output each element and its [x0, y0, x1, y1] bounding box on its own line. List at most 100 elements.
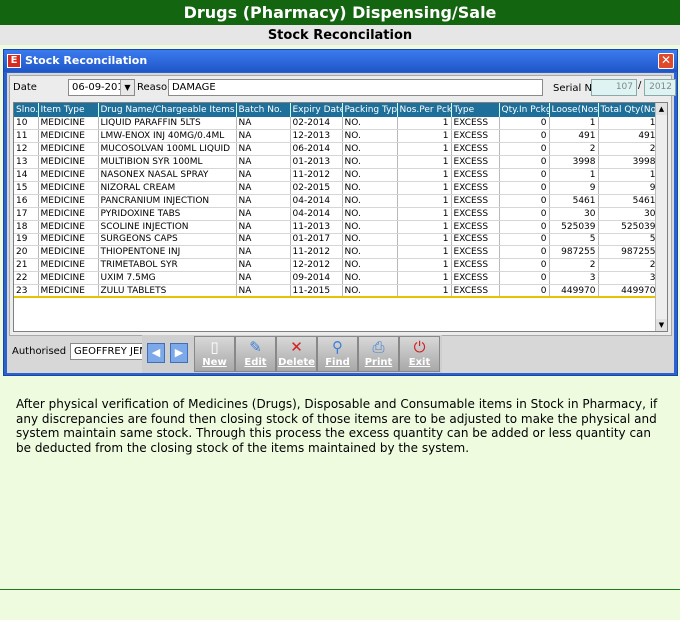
print-button[interactable]: ⎙ Print	[358, 336, 399, 372]
table-cell: EXCESS	[451, 181, 500, 195]
serial-year-field: 2012	[644, 79, 676, 96]
table-row[interactable]: 23 MEDICINE ZULU TABLETS NA 11-2015 NO. 1 EXCES…	[14, 284, 659, 299]
column-header[interactable]: Loose(Nos)	[549, 103, 599, 117]
date-label: Date	[13, 82, 37, 93]
column-header[interactable]: Slno.	[14, 103, 39, 117]
table-cell: EXCESS	[451, 271, 500, 286]
print-button-label: Print	[364, 357, 393, 368]
table-cell: 5461	[549, 194, 599, 208]
table-cell: MEDICINE	[38, 258, 99, 273]
table-cell: 5	[598, 233, 659, 247]
table-cell: 3	[598, 271, 659, 286]
table-cell: 1	[549, 168, 599, 182]
table-cell: NO.	[342, 168, 398, 182]
table-cell: 17	[14, 207, 39, 221]
table-cell: 3998	[549, 155, 599, 170]
table-cell: 1	[397, 245, 452, 260]
table-row[interactable]: 12 MEDICINE MUCOSOLVAN 100ML LIQUID NA 06-20…	[14, 142, 659, 157]
scroll-down-icon[interactable]: ▼	[656, 319, 667, 331]
scroll-up-icon[interactable]: ▲	[656, 103, 667, 115]
chevron-down-icon[interactable]: ▼	[120, 80, 134, 95]
table-cell: 30	[598, 207, 659, 221]
table-row[interactable]: 21 MEDICINE TRIMETABOL SYR NA 12-2012 NO. 1 EXC…	[14, 258, 659, 273]
new-button-label: New	[202, 357, 227, 368]
table-cell: 15	[14, 181, 39, 195]
column-header[interactable]: Packing Type	[342, 103, 398, 117]
table-cell: 1	[598, 168, 659, 182]
table-cell: 1	[397, 129, 452, 144]
next-record-button[interactable]: ▶	[170, 343, 188, 363]
edit-button[interactable]: ✎ Edit	[235, 336, 276, 372]
table-cell: LIQUID PARAFFIN 5LTS	[98, 117, 237, 131]
table-row[interactable]: 11 MEDICINE LMW-ENOX INJ 40MG/0.4ML NA 12-20…	[14, 129, 659, 144]
table-cell: 1	[598, 117, 659, 131]
table-cell: 2	[598, 142, 659, 157]
table-cell: 449970	[549, 284, 599, 299]
table-cell: MUCOSOLVAN 100ML LIQUID	[98, 142, 237, 157]
table-cell: 0	[499, 117, 550, 131]
table-cell: 0	[499, 142, 550, 157]
new-button[interactable]: ▯ New	[194, 336, 235, 372]
column-header[interactable]: Expiry Date	[290, 103, 343, 117]
stock-grid: Slno. Item Type Drug Name/Chargeable Items…	[13, 102, 668, 332]
date-dropdown[interactable]: 06-09-2012 ▼	[68, 79, 135, 96]
table-row[interactable]: 14 MEDICINE NASONEX NASAL SPRAY NA 11-2012 NO…	[14, 168, 659, 182]
table-row[interactable]: 16 MEDICINE PANCRANIUM INJECTION NA 04-2014 N…	[14, 194, 659, 208]
find-button-label: Find	[325, 357, 350, 368]
table-cell: 987255	[549, 245, 599, 260]
table-row[interactable]: 19 MEDICINE SURGEONS CAPS NA 01-2017 NO. 1 EXCE…	[14, 233, 659, 247]
table-cell: 20	[14, 245, 39, 260]
table-cell: 1	[397, 117, 452, 131]
table-row[interactable]: 22 MEDICINE UXIM 7.5MG NA 09-2014 NO. 1 EXCESS 0…	[14, 271, 659, 286]
column-header[interactable]: Batch No.	[236, 103, 291, 117]
table-cell: NA	[236, 284, 291, 299]
column-header[interactable]: Drug Name/Chargeable Items	[98, 103, 237, 117]
column-header[interactable]: Total Qty(Nos)	[598, 103, 659, 117]
close-button[interactable]: ✕	[658, 53, 674, 69]
table-cell: NO.	[342, 129, 398, 144]
table-row[interactable]: 18 MEDICINE SCOLINE INJECTION NA 11-2013 NO. 1…	[14, 220, 659, 234]
table-cell: 1	[397, 258, 452, 273]
table-row[interactable]: 17 MEDICINE PYRIDOXINE TABS NA 04-2014 NO. 1 EX…	[14, 207, 659, 221]
table-cell: EXCESS	[451, 220, 500, 234]
table-cell: 0	[499, 181, 550, 195]
table-cell: 11-2012	[290, 168, 343, 182]
vertical-scrollbar[interactable]: ▲ ▼	[655, 103, 667, 331]
previous-record-button[interactable]: ◀	[147, 343, 165, 363]
table-cell: 11-2013	[290, 220, 343, 234]
table-cell: 16	[14, 194, 39, 208]
column-header[interactable]: Item Type	[38, 103, 99, 117]
column-header[interactable]: Type	[451, 103, 500, 117]
table-cell: 06-2014	[290, 142, 343, 157]
table-cell: NASONEX NASAL SPRAY	[98, 168, 237, 182]
table-cell: SURGEONS CAPS	[98, 233, 237, 247]
table-cell: NA	[236, 168, 291, 182]
table-cell: EXCESS	[451, 168, 500, 182]
reason-input[interactable]: DAMAGE	[168, 79, 543, 96]
column-header[interactable]: Qty.In Pckg	[499, 103, 550, 117]
table-cell: 30	[549, 207, 599, 221]
table-cell: MEDICINE	[38, 233, 99, 247]
table-cell: EXCESS	[451, 207, 500, 221]
find-button[interactable]: ⚲ Find	[317, 336, 358, 372]
table-cell: 1	[397, 233, 452, 247]
table-row[interactable]: 20 MEDICINE THIOPENTONE INJ NA 11-2012 NO. 1 EX…	[14, 245, 659, 260]
table-cell: NA	[236, 220, 291, 234]
table-row[interactable]: 15 MEDICINE NIZORAL CREAM NA 02-2015 NO. 1 EXCE…	[14, 181, 659, 195]
column-header[interactable]: Nos.Per Pckg	[397, 103, 452, 117]
table-row[interactable]: 13 MEDICINE MULTIBION SYR 100ML NA 01-2013 NO…	[14, 155, 659, 170]
table-cell: 525039	[549, 220, 599, 234]
table-cell: EXCESS	[451, 117, 500, 131]
help-description: After physical verification of Medicines…	[16, 397, 658, 455]
table-cell: NO.	[342, 271, 398, 286]
exit-button[interactable]: ⏻ Exit	[399, 336, 440, 372]
table-cell: 0	[499, 129, 550, 144]
serial-number-field: 107	[591, 79, 637, 96]
delete-button[interactable]: ✕ Delete	[276, 336, 317, 372]
table-cell: NA	[236, 258, 291, 273]
table-cell: 23	[14, 284, 39, 299]
table-cell: EXCESS	[451, 155, 500, 170]
table-cell: NA	[236, 271, 291, 286]
table-cell: 3	[549, 271, 599, 286]
table-row[interactable]: 10 MEDICINE LIQUID PARAFFIN 5LTS NA 02-2014 N…	[14, 117, 659, 131]
